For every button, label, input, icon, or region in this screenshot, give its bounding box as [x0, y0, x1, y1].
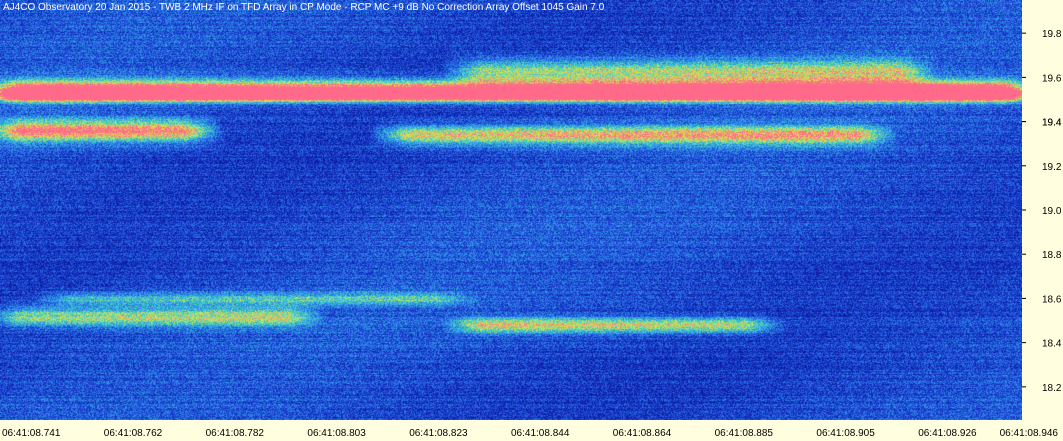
- heatmap-canvas: [0, 0, 1022, 420]
- x-tick-label: 06:41:08.741: [2, 428, 61, 439]
- y-tick-label: 18.6: [1042, 294, 1062, 305]
- x-tick-label: 06:41:08.946: [1000, 428, 1059, 439]
- chart-title: AJ4CO Observatory 20 Jan 2015 - TWB 2 MH…: [3, 2, 605, 13]
- x-tick-label: 06:41:08.803: [307, 428, 366, 439]
- y-tick-label: 18.4: [1042, 339, 1062, 350]
- x-tick-label: 06:41:08.905: [816, 428, 875, 439]
- y-tick-label: 19.6: [1042, 73, 1062, 84]
- y-tick-label: 19.4: [1042, 118, 1062, 129]
- y-tick-label: 19.0: [1042, 206, 1062, 217]
- x-tick-label: 06:41:08.823: [409, 428, 468, 439]
- x-tick-label: 06:41:08.782: [206, 428, 265, 439]
- y-tick-label: 19.8: [1042, 29, 1062, 40]
- x-tick-label: 06:41:08.844: [511, 428, 570, 439]
- y-tick-label: 18.2: [1042, 383, 1062, 394]
- y-tick-label: 18.8: [1042, 250, 1062, 261]
- x-tick-label: 06:41:08.864: [613, 428, 672, 439]
- x-tick-label: 06:41:08.762: [104, 428, 163, 439]
- heatmap-container: [0, 0, 1022, 420]
- x-tick-label: 06:41:08.926: [918, 428, 977, 439]
- spectrogram-chart: AJ4CO Observatory 20 Jan 2015 - TWB 2 MH…: [0, 0, 1063, 441]
- x-tick-label: 06:41:08.885: [715, 428, 774, 439]
- y-tick-label: 19.2: [1042, 162, 1062, 173]
